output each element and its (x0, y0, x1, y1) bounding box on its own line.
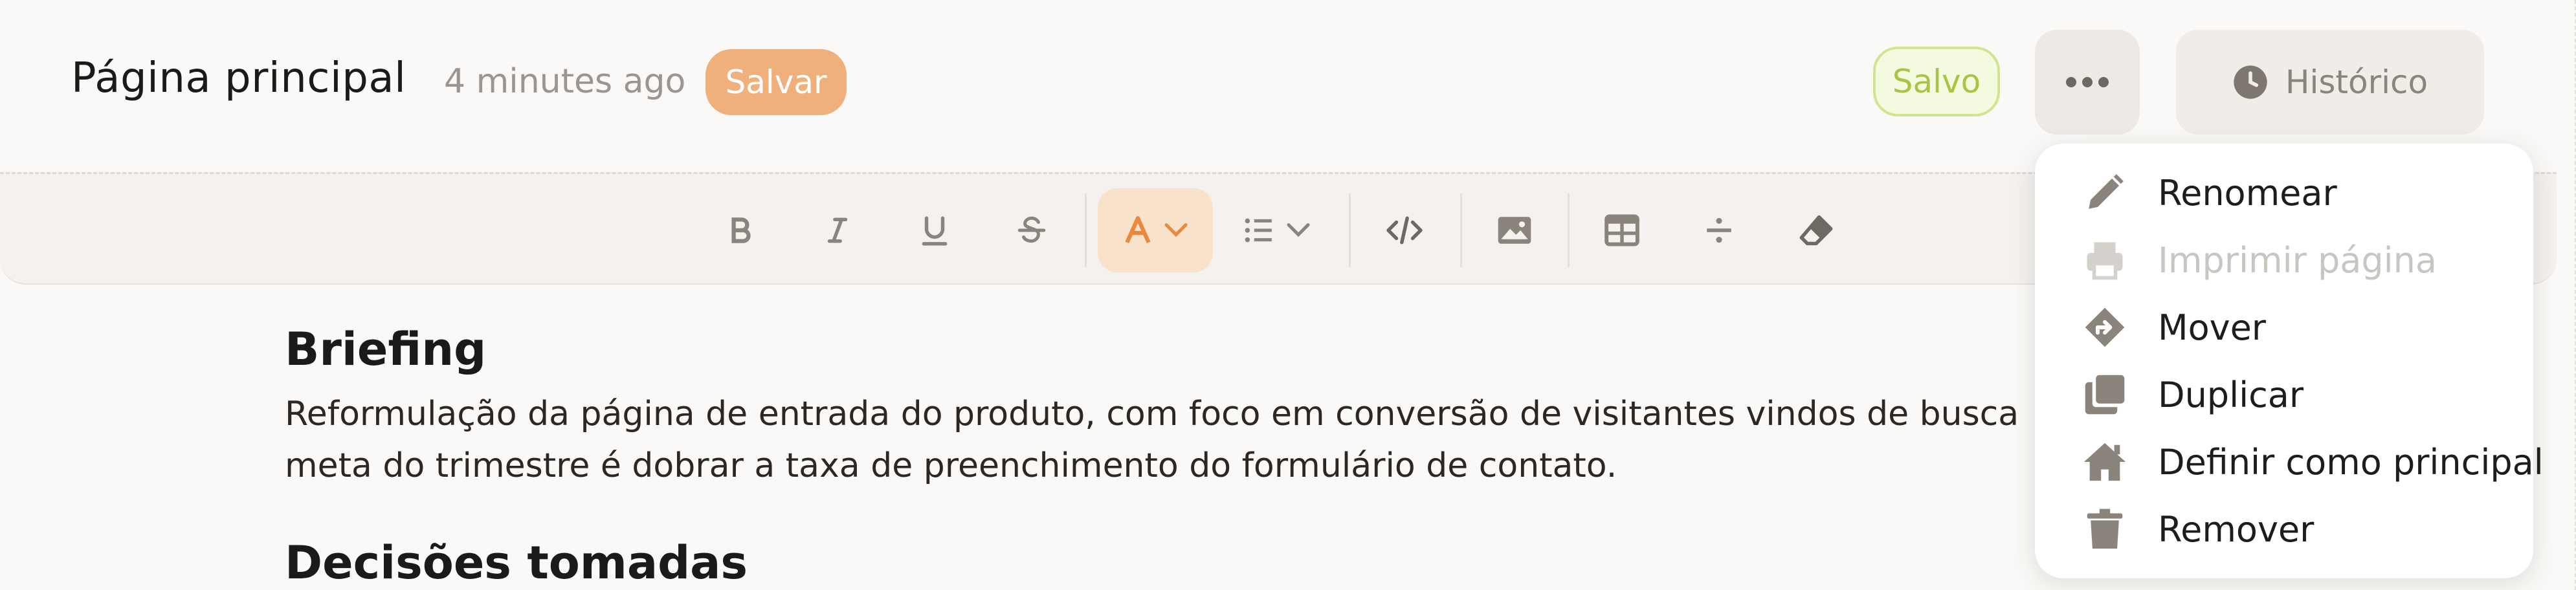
text-color-button[interactable] (1098, 188, 1213, 272)
menu-item-label: Definir como principal (2158, 441, 2544, 483)
table-button[interactable] (1590, 188, 1654, 272)
chevron-down-icon (1164, 223, 1188, 237)
save-button[interactable]: Salvar (705, 49, 847, 115)
clear-format-button[interactable] (1784, 188, 1849, 272)
underline-button[interactable] (904, 188, 966, 272)
menu-item-label: Duplicar (2158, 374, 2304, 415)
image-icon (1498, 217, 1531, 244)
bold-button[interactable] (709, 188, 772, 272)
menu-item-duplicate[interactable]: Duplicar (2035, 361, 2533, 428)
last-edited-timestamp: 4 minutes ago (444, 62, 686, 101)
page-title[interactable]: Página principal (71, 54, 406, 102)
printer-icon (2080, 235, 2129, 285)
underline-icon (922, 216, 948, 246)
toolbar-separator (1085, 193, 1087, 267)
code-icon (1386, 216, 1423, 245)
menu-item-move[interactable]: Mover (2035, 294, 2533, 361)
trash-icon (2080, 505, 2129, 554)
italic-button[interactable] (806, 188, 869, 272)
duplicate-icon (2080, 370, 2129, 419)
editor-window: Página principal 4 minutes ago Salvar Sa… (0, 0, 2576, 590)
history-button[interactable]: Histórico (2176, 30, 2484, 135)
menu-item-label: Imprimir página (2158, 239, 2437, 281)
italic-icon (827, 217, 848, 243)
toolbar-separator (1460, 193, 1462, 267)
toolbar-separator (1349, 193, 1351, 267)
menu-item-label: Mover (2158, 307, 2267, 348)
menu-item-label: Renomear (2158, 172, 2337, 213)
more-options-menu: Renomear Imprimir página Mover Duplicar … (2035, 144, 2544, 578)
menu-item-rename[interactable]: Renomear (2035, 159, 2533, 226)
list-button[interactable] (1234, 188, 1318, 272)
page-header: Página principal 4 minutes ago Salvar Sa… (0, 0, 2550, 166)
menu-item-label: Remover (2158, 508, 2315, 550)
strikethrough-button[interactable] (1001, 188, 1063, 272)
menu-item-set-home[interactable]: Definir como principal (2035, 428, 2544, 496)
menu-item-print[interactable]: Imprimir página (2035, 226, 2533, 294)
move-icon (2080, 303, 2129, 352)
toolbar-separator (1568, 193, 1570, 267)
strikethrough-icon (1017, 216, 1046, 243)
menu-item-remove[interactable]: Remover (2035, 496, 2533, 563)
list-icon (1245, 218, 1272, 243)
image-button[interactable] (1482, 188, 1547, 272)
eraser-icon (1799, 215, 1833, 246)
more-options-button[interactable] (2035, 30, 2140, 135)
more-horizontal-icon (2066, 77, 2109, 87)
divider-button[interactable] (1687, 188, 1751, 272)
clock-icon (2234, 65, 2267, 99)
history-label: Histórico (2285, 63, 2428, 101)
text-color-icon (1125, 216, 1151, 244)
code-button[interactable] (1372, 188, 1437, 272)
saved-status-badge: Salvo (1873, 47, 2000, 116)
table-icon (1604, 214, 1639, 246)
home-icon (2080, 437, 2129, 486)
pencil-icon (2080, 168, 2129, 217)
divide-icon (1707, 217, 1731, 243)
chevron-down-icon (1287, 223, 1310, 237)
paragraph-line[interactable]: Reformulação da página de entrada do pro… (285, 388, 2032, 440)
bold-icon (731, 217, 751, 243)
paragraph-line[interactable]: meta do trimestre é dobrar a taxa de pre… (285, 440, 2032, 492)
